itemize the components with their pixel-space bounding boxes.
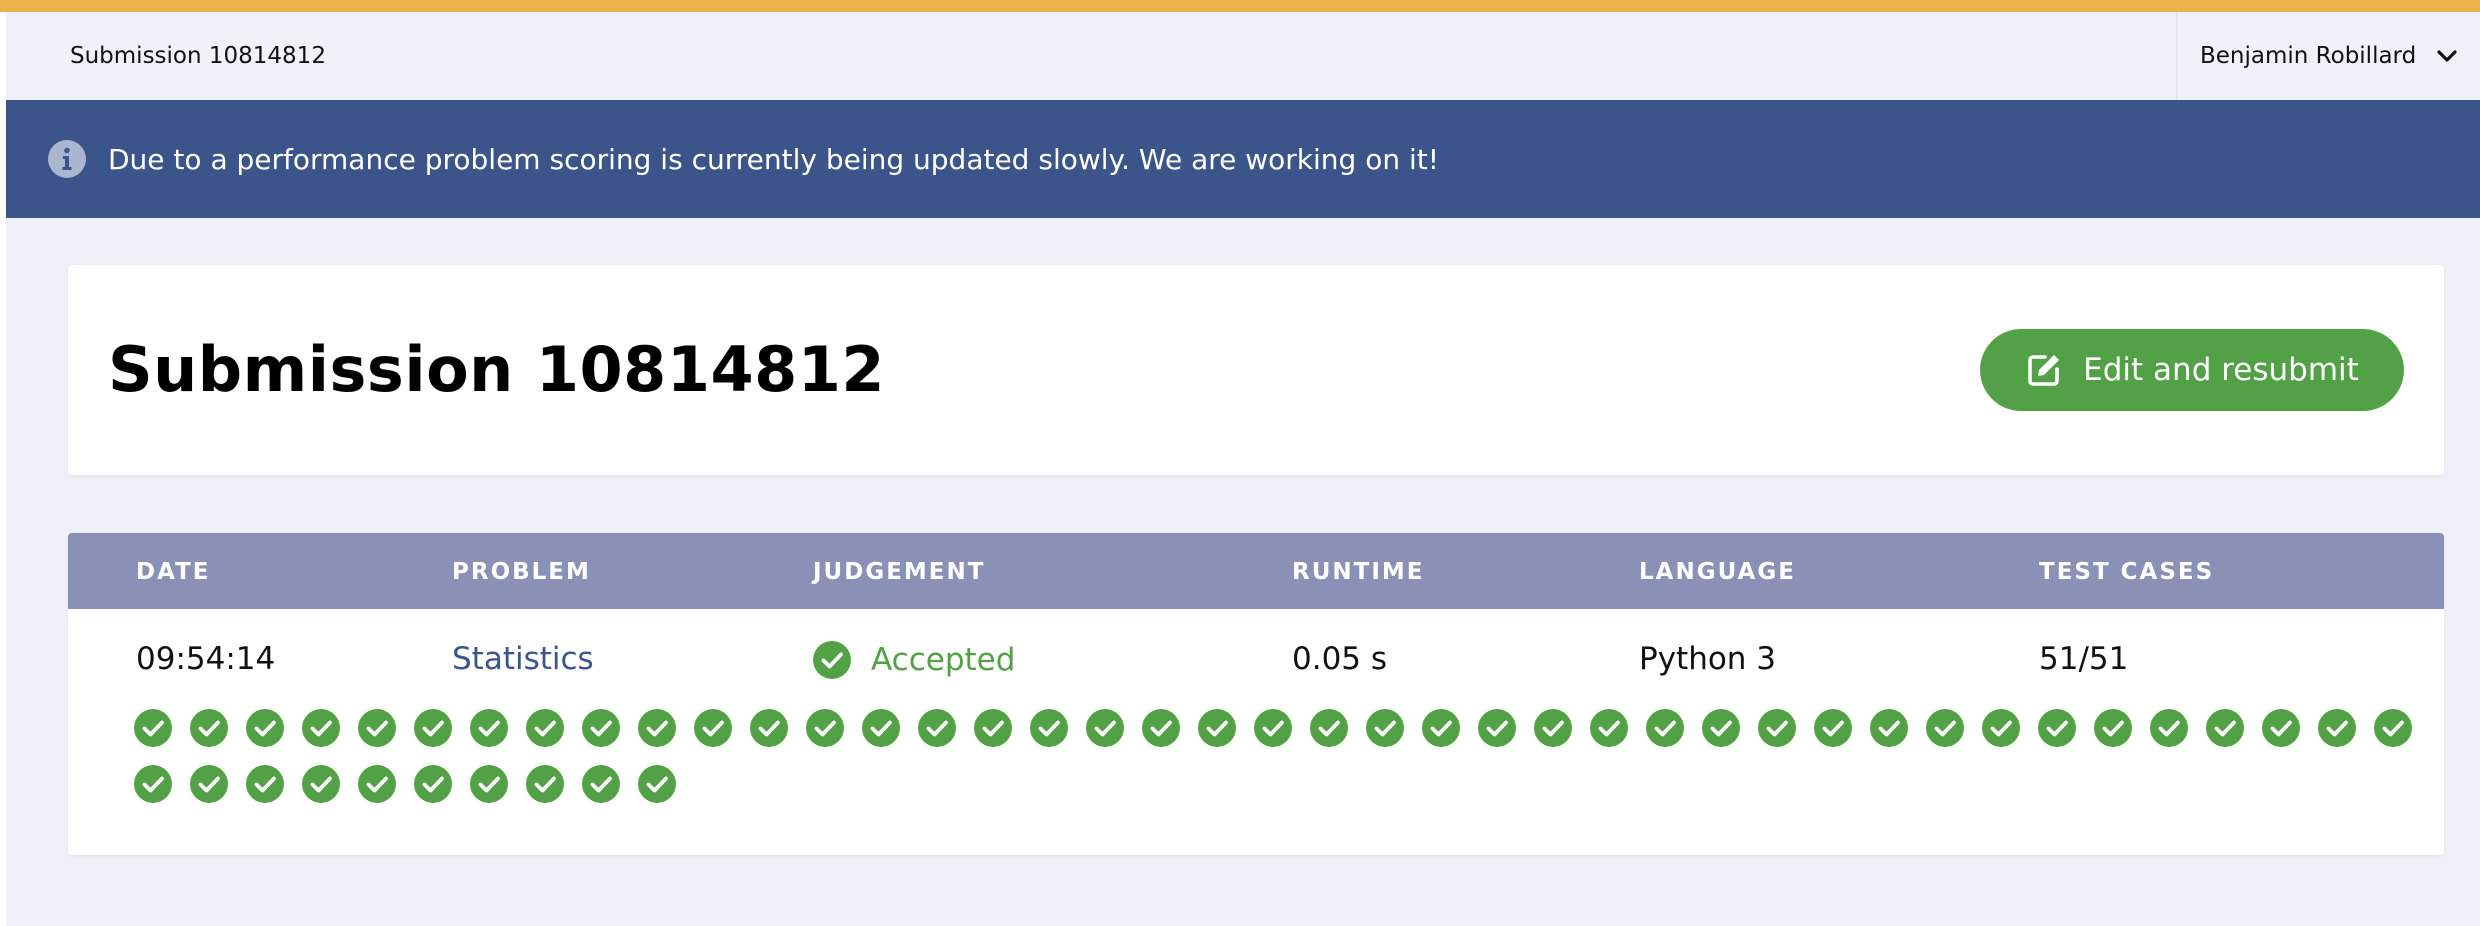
test-case-passed-icon[interactable]	[190, 709, 228, 747]
test-case-passed-icon[interactable]	[974, 709, 1012, 747]
edit-icon	[2025, 351, 2063, 389]
edit-and-resubmit-button[interactable]: Edit and resubmit	[1980, 329, 2404, 411]
submission-table: DATE PROBLEM JUDGEMENT RUNTIME LANGUAGE …	[68, 533, 2444, 855]
test-case-passed-icon[interactable]	[1982, 709, 2020, 747]
test-case-passed-icon[interactable]	[1478, 709, 1516, 747]
table-header: DATE PROBLEM JUDGEMENT RUNTIME LANGUAGE …	[68, 533, 2444, 609]
test-case-passed-icon[interactable]	[470, 765, 508, 803]
header-test-cases: TEST CASES	[2039, 559, 2215, 585]
test-case-passed-icon[interactable]	[2206, 709, 2244, 747]
header-judgement: JUDGEMENT	[813, 559, 986, 585]
test-case-passed-icon[interactable]	[1254, 709, 1292, 747]
test-case-passed-icon[interactable]	[638, 709, 676, 747]
test-case-passed-icon[interactable]	[1534, 709, 1572, 747]
submission-header-card: Submission 10814812 Edit and resubmit	[68, 265, 2444, 475]
judgement-label: Accepted	[871, 642, 1016, 678]
test-case-passed-icon[interactable]	[1310, 709, 1348, 747]
cell-date: 09:54:14	[136, 641, 276, 677]
test-case-passed-icon[interactable]	[694, 709, 732, 747]
test-case-passed-icon[interactable]	[1422, 709, 1460, 747]
test-case-passed-icon[interactable]	[246, 765, 284, 803]
user-name: Benjamin Robillard	[2200, 43, 2417, 69]
test-case-passed-icon[interactable]	[134, 709, 172, 747]
test-case-passed-icon[interactable]	[2262, 709, 2300, 747]
test-case-passed-icon[interactable]	[1198, 709, 1236, 747]
chevron-down-icon	[2436, 45, 2458, 67]
test-case-passed-icon[interactable]	[1086, 709, 1124, 747]
test-case-passed-icon[interactable]	[1870, 709, 1908, 747]
test-case-passed-icon[interactable]	[806, 709, 844, 747]
topbar-title: Submission 10814812	[70, 43, 326, 69]
page: Submission 10814812 Benjamin Robillard D…	[0, 0, 2480, 926]
test-case-passed-icon[interactable]	[582, 709, 620, 747]
test-case-passed-icon[interactable]	[750, 709, 788, 747]
check-circle-icon	[813, 641, 851, 679]
cell-test-cases: 51/51	[2039, 641, 2129, 677]
test-case-passed-icon[interactable]	[358, 765, 396, 803]
test-case-passed-icon[interactable]	[862, 709, 900, 747]
test-case-passed-icon[interactable]	[2374, 709, 2412, 747]
banner-message: Due to a performance problem scoring is …	[108, 142, 1439, 176]
test-case-passed-icon[interactable]	[302, 765, 340, 803]
resubmit-label: Edit and resubmit	[2083, 352, 2359, 388]
test-case-passed-icon[interactable]	[2038, 709, 2076, 747]
test-case-passed-icon[interactable]	[414, 709, 452, 747]
top-accent-bar	[0, 0, 2480, 12]
test-case-passed-icon[interactable]	[1590, 709, 1628, 747]
cell-judgement: Accepted	[813, 641, 1015, 679]
test-case-passed-icon[interactable]	[1030, 709, 1068, 747]
info-icon	[48, 140, 86, 178]
test-case-passed-icon[interactable]	[1814, 709, 1852, 747]
test-case-passed-icon[interactable]	[302, 709, 340, 747]
topbar: Submission 10814812 Benjamin Robillard	[6, 12, 2480, 100]
test-case-passed-icon[interactable]	[1702, 709, 1740, 747]
test-case-passed-icon[interactable]	[2150, 709, 2188, 747]
header-problem: PROBLEM	[452, 559, 591, 585]
test-case-passed-icon[interactable]	[2318, 709, 2356, 747]
test-case-passed-icon[interactable]	[2094, 709, 2132, 747]
test-case-passed-icon[interactable]	[918, 709, 956, 747]
test-case-passed-icon[interactable]	[1142, 709, 1180, 747]
cell-runtime: 0.05 s	[1292, 641, 1388, 677]
page-title: Submission 10814812	[108, 333, 886, 406]
test-case-passed-icon[interactable]	[582, 765, 620, 803]
test-case-passed-icon[interactable]	[134, 765, 172, 803]
notice-banner: Due to a performance problem scoring is …	[6, 100, 2480, 218]
test-case-passed-icon[interactable]	[470, 709, 508, 747]
problem-link[interactable]: Statistics	[452, 641, 594, 677]
header-runtime: RUNTIME	[1292, 559, 1425, 585]
cell-language: Python 3	[1639, 641, 1777, 677]
test-case-passed-icon[interactable]	[526, 709, 564, 747]
test-case-passed-icon[interactable]	[246, 709, 284, 747]
test-case-passed-icon[interactable]	[1758, 709, 1796, 747]
test-case-passed-icon[interactable]	[1926, 709, 1964, 747]
test-case-passed-icon[interactable]	[414, 765, 452, 803]
header-date: DATE	[136, 559, 211, 585]
test-case-passed-icon[interactable]	[190, 765, 228, 803]
test-case-passed-icon[interactable]	[1646, 709, 1684, 747]
header-language: LANGUAGE	[1639, 559, 1796, 585]
user-menu[interactable]: Benjamin Robillard	[2176, 12, 2480, 100]
test-case-passed-icon[interactable]	[1366, 709, 1404, 747]
test-case-passed-icon[interactable]	[526, 765, 564, 803]
test-case-passed-icon[interactable]	[638, 765, 676, 803]
test-case-passed-icon[interactable]	[358, 709, 396, 747]
